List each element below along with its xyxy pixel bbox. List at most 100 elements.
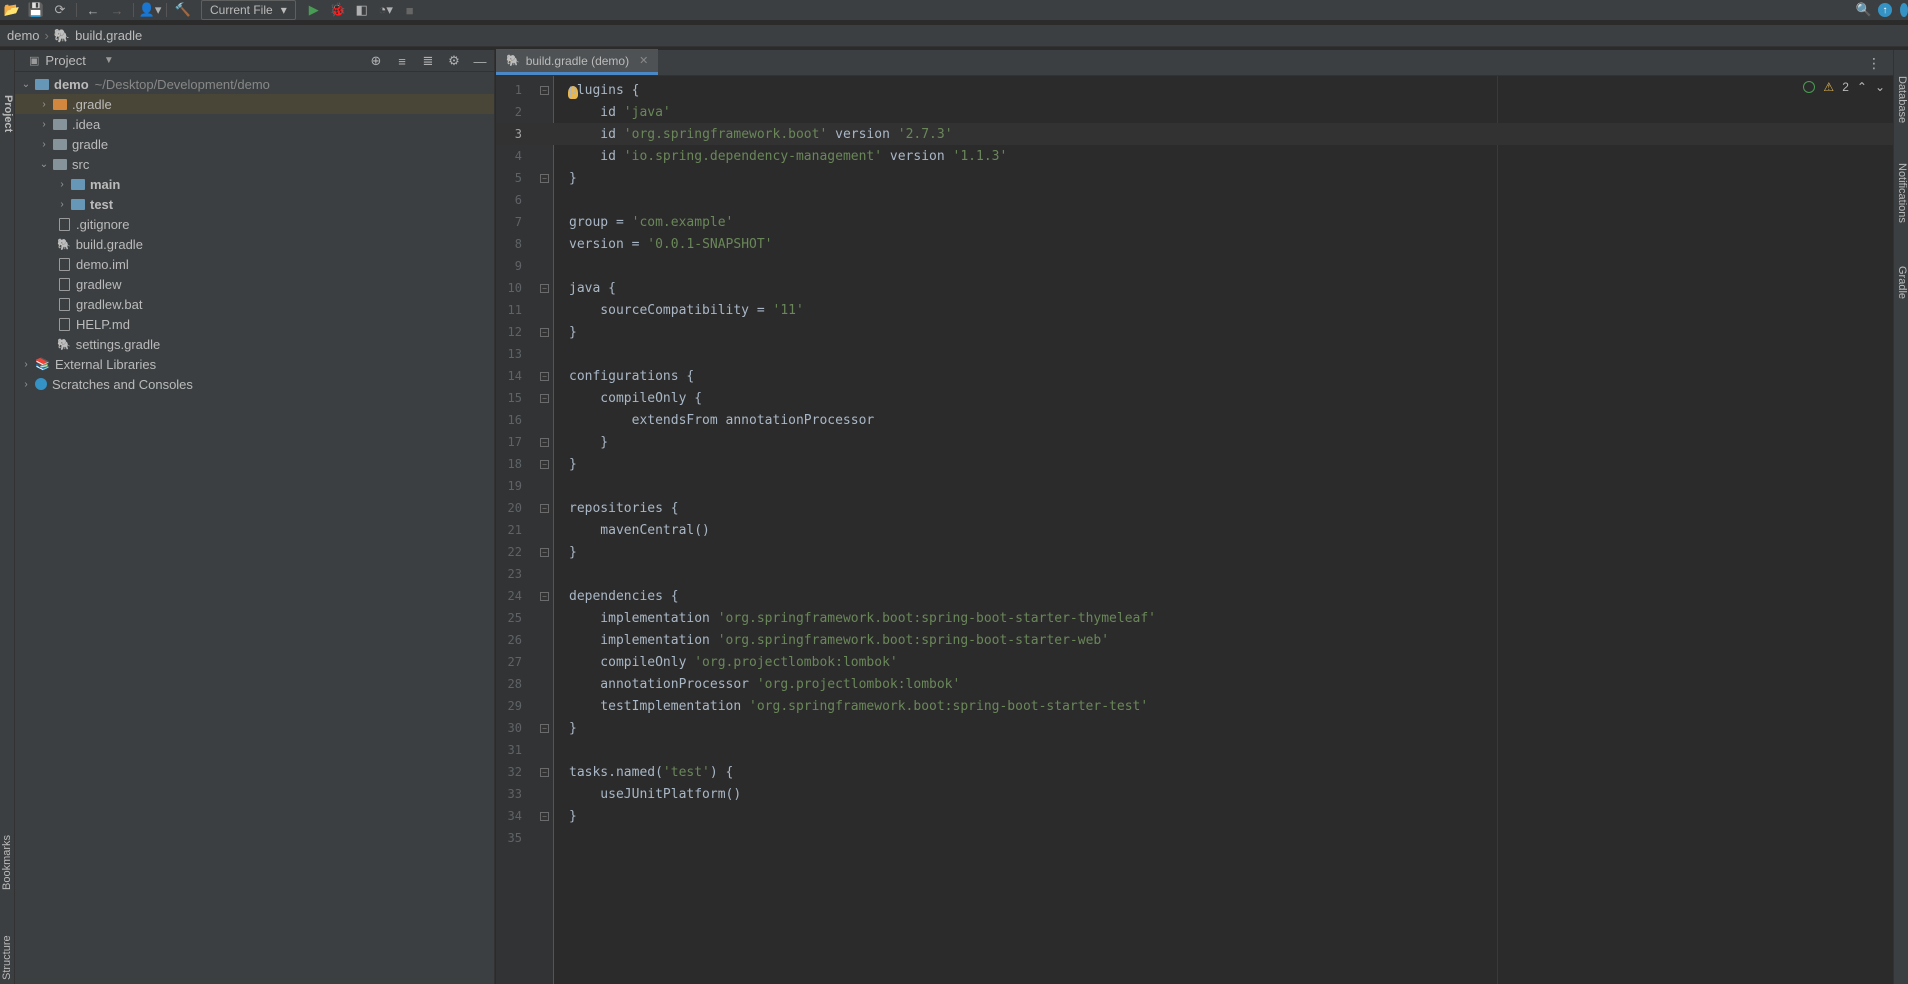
- tree-item-gradle[interactable]: › gradle: [15, 134, 494, 154]
- code-area[interactable]: 1− plugins {2 id 'java' 3 id 'org.springfr…: [496, 76, 1893, 984]
- code-line[interactable]: 16 extendsFrom annotationProcessor: [496, 409, 1893, 431]
- open-folder-icon[interactable]: 📂: [0, 0, 24, 20]
- tree-item-gradlew[interactable]: gradlew: [15, 274, 494, 294]
- code-line[interactable]: 29 testImplementation 'org.springframewo…: [496, 695, 1893, 717]
- code-line[interactable]: 23: [496, 563, 1893, 585]
- tree-item-demo-iml[interactable]: demo.iml: [15, 254, 494, 274]
- tab-build-gradle[interactable]: 🐘 build.gradle (demo) ✕: [496, 49, 659, 75]
- fold-icon[interactable]: −: [540, 547, 549, 557]
- database-tool-tab[interactable]: Database: [1896, 76, 1908, 123]
- tree-item-idea[interactable]: › .idea: [15, 114, 494, 134]
- fold-icon[interactable]: −: [540, 327, 549, 337]
- plugin-icon[interactable]: [1900, 3, 1908, 17]
- fold-icon[interactable]: −: [540, 723, 549, 733]
- code-line[interactable]: 12 −}: [496, 321, 1893, 343]
- chevron-down-icon[interactable]: ⌄: [19, 79, 33, 90]
- chevron-right-icon[interactable]: ›: [19, 359, 33, 370]
- close-icon[interactable]: ✕: [639, 54, 648, 67]
- code-line[interactable]: 14 − configurations {: [496, 365, 1893, 387]
- fold-icon[interactable]: −: [540, 459, 549, 469]
- project-tool-tab[interactable]: Project: [2, 95, 14, 132]
- code-line[interactable]: 22 −}: [496, 541, 1893, 563]
- chevron-down-icon[interactable]: ▼: [104, 55, 114, 66]
- chevron-right-icon[interactable]: ›: [55, 199, 69, 210]
- code-line[interactable]: 30 −}: [496, 717, 1893, 739]
- tree-item-help-md[interactable]: HELP.md: [15, 314, 494, 334]
- chevron-down-icon[interactable]: ⌄: [37, 159, 51, 170]
- tree-item-demo[interactable]: ⌄ demo ~/Desktop/Development/demo: [15, 74, 494, 94]
- project-panel-title[interactable]: Project: [45, 53, 85, 68]
- run-icon[interactable]: ▶: [302, 0, 326, 20]
- search-icon[interactable]: 🔍: [1852, 0, 1876, 20]
- fold-icon[interactable]: −: [540, 173, 549, 183]
- chevron-right-icon[interactable]: ›: [55, 179, 69, 190]
- breadcrumb-file[interactable]: build.gradle: [75, 28, 142, 43]
- build-hammer-icon[interactable]: 🔨: [171, 0, 195, 20]
- structure-tool-tab[interactable]: Structure: [1, 935, 13, 980]
- stop-icon[interactable]: ■: [398, 0, 422, 20]
- code-line[interactable]: 21 mavenCentral(): [496, 519, 1893, 541]
- fold-icon[interactable]: −: [540, 767, 549, 777]
- fold-icon[interactable]: −: [540, 85, 549, 95]
- tree-item-main[interactable]: › main: [15, 174, 494, 194]
- gradle-tool-tab[interactable]: Gradle: [1896, 266, 1908, 299]
- code-line[interactable]: 33 useJUnitPlatform(): [496, 783, 1893, 805]
- code-line[interactable]: 17 − }: [496, 431, 1893, 453]
- code-line[interactable]: 34 −}: [496, 805, 1893, 827]
- tree-item-settings-gradle[interactable]: 🐘 settings.gradle: [15, 334, 494, 354]
- chevron-right-icon[interactable]: ›: [19, 379, 33, 390]
- tree-item-external-libraries[interactable]: › 📚 External Libraries: [15, 354, 494, 374]
- code-line[interactable]: 25 implementation 'org.springframework.b…: [496, 607, 1893, 629]
- tree-item-src[interactable]: ⌄ src: [15, 154, 494, 174]
- tree-item-build-gradle[interactable]: 🐘 build.gradle: [15, 234, 494, 254]
- chevron-right-icon[interactable]: ›: [37, 99, 51, 110]
- code-line[interactable]: 31: [496, 739, 1893, 761]
- run-config-dropdown[interactable]: Current File ▾: [201, 0, 296, 20]
- code-line[interactable]: 18 −}: [496, 453, 1893, 475]
- code-line[interactable]: 10 − java {: [496, 277, 1893, 299]
- gear-icon[interactable]: ⚙: [444, 53, 464, 69]
- code-line[interactable]: 7 group = 'com.example': [496, 211, 1893, 233]
- back-icon[interactable]: ←: [81, 0, 105, 20]
- code-line[interactable]: 15 − compileOnly {: [496, 387, 1893, 409]
- fold-icon[interactable]: −: [540, 283, 549, 293]
- breadcrumb-project[interactable]: demo: [7, 28, 40, 43]
- code-line[interactable]: 9: [496, 255, 1893, 277]
- profile-icon[interactable]: ◔▾: [374, 0, 398, 20]
- fold-icon[interactable]: −: [540, 437, 549, 447]
- tree-item-gradlew-bat[interactable]: gradlew.bat: [15, 294, 494, 314]
- code-line[interactable]: 4 id 'io.spring.dependency-management' v…: [496, 145, 1893, 167]
- code-line[interactable]: 3 id 'org.springframework.boot' version …: [496, 123, 1893, 145]
- code-line[interactable]: 13: [496, 343, 1893, 365]
- more-options-icon[interactable]: ⋮: [1867, 55, 1881, 72]
- tree-item-scratches[interactable]: › Scratches and Consoles: [15, 374, 494, 394]
- chevron-right-icon[interactable]: ›: [37, 119, 51, 130]
- fold-icon[interactable]: −: [540, 811, 549, 821]
- code-line[interactable]: 32 − tasks.named('test') {: [496, 761, 1893, 783]
- code-line[interactable]: 5 −}: [496, 167, 1893, 189]
- code-line[interactable]: 35: [496, 827, 1893, 849]
- code-line[interactable]: 27 compileOnly 'org.projectlombok:lombok…: [496, 651, 1893, 673]
- code-line[interactable]: 24 − dependencies {: [496, 585, 1893, 607]
- forward-icon[interactable]: →: [105, 0, 129, 20]
- bookmarks-tool-tab[interactable]: Bookmarks: [1, 835, 13, 890]
- expand-all-icon[interactable]: ≡: [392, 54, 412, 69]
- code-line[interactable]: 28 annotationProcessor 'org.projectlombo…: [496, 673, 1893, 695]
- fold-icon[interactable]: −: [540, 503, 549, 513]
- sync-icon[interactable]: ⟳: [48, 0, 72, 20]
- notifications-tool-tab[interactable]: Notifications: [1896, 163, 1908, 223]
- coverage-icon[interactable]: ◧: [350, 0, 374, 20]
- code-line[interactable]: 19: [496, 475, 1893, 497]
- code-line[interactable]: 26 implementation 'org.springframework.b…: [496, 629, 1893, 651]
- fold-icon[interactable]: −: [540, 591, 549, 601]
- user-icon[interactable]: 👤▾: [138, 0, 162, 20]
- minimize-icon[interactable]: —: [470, 54, 490, 69]
- code-line[interactable]: 8 version = '0.0.1-SNAPSHOT': [496, 233, 1893, 255]
- code-line[interactable]: 6: [496, 189, 1893, 211]
- update-icon[interactable]: ↑: [1878, 3, 1892, 17]
- code-line[interactable]: 1 − plugins {: [496, 79, 1893, 101]
- tree-item-gitignore[interactable]: .gitignore: [15, 214, 494, 234]
- code-line[interactable]: 20 − repositories {: [496, 497, 1893, 519]
- locate-icon[interactable]: ⊕: [366, 53, 386, 69]
- collapse-all-icon[interactable]: ≣: [418, 53, 438, 69]
